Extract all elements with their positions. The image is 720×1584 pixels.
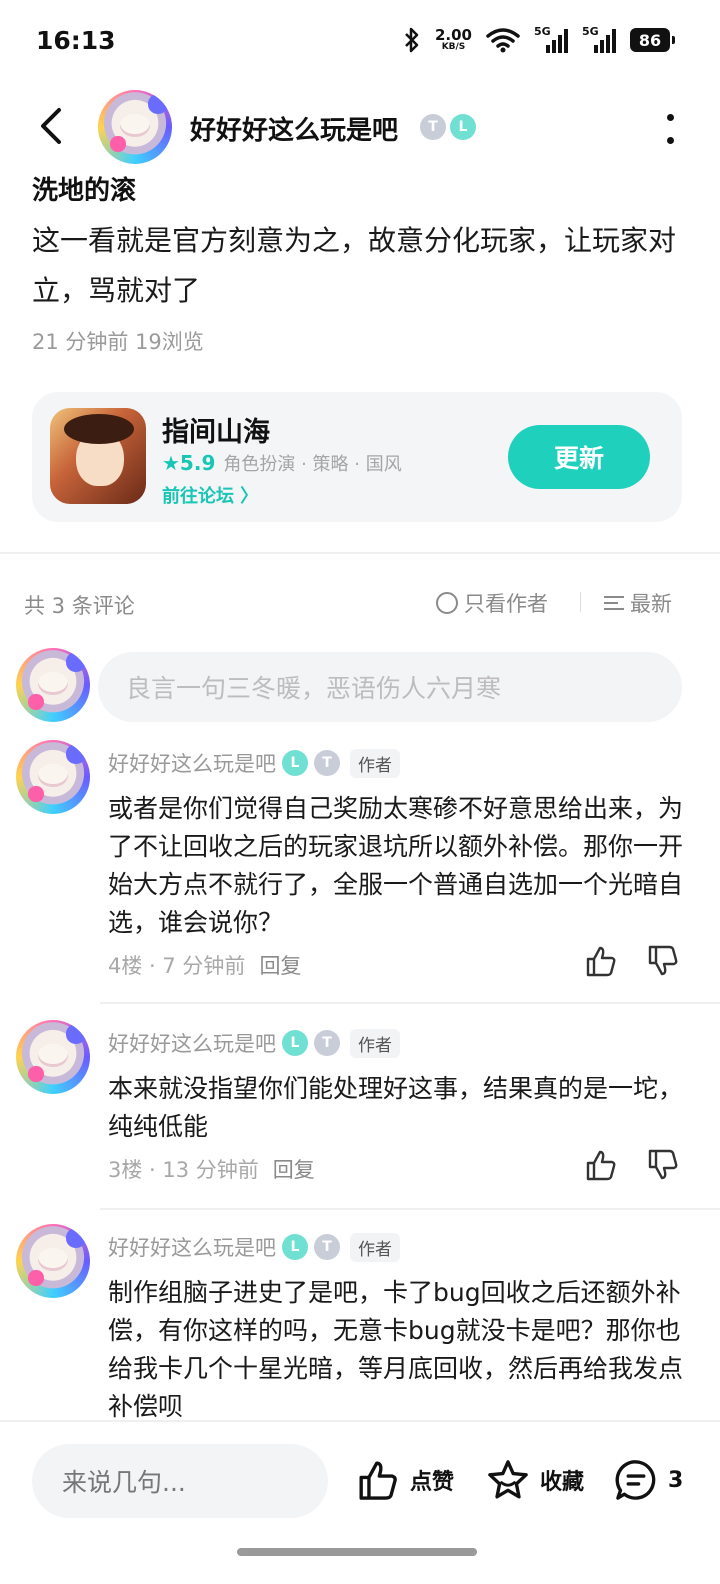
sort-newest-button[interactable]: 最新 xyxy=(604,588,672,618)
reply-button[interactable]: 回复 xyxy=(259,950,301,980)
author-badges: T L xyxy=(420,114,476,140)
author-tag: 作者 xyxy=(350,1232,400,1262)
level-t-badge: T xyxy=(420,114,446,140)
comment-bubble-icon xyxy=(615,1460,656,1500)
bottom-comment-input[interactable]: 来说几句... xyxy=(32,1444,328,1518)
thumbs-down-icon[interactable] xyxy=(646,1148,680,1182)
more-dot-icon xyxy=(666,137,674,144)
comment-header: 好好好这么玩是吧 L T 作者 xyxy=(108,748,400,778)
thumbs-down-icon[interactable] xyxy=(646,944,680,978)
author-name[interactable]: 好好好这么玩是吧 xyxy=(190,110,398,147)
comment-text: 或者是你们觉得自己奖励太寒碜不好意思给出来，为了不让回收之后的玩家退坑所以额外补… xyxy=(108,794,684,937)
post-meta: 21 分钟前 19浏览 xyxy=(32,330,204,354)
author-tag: 作者 xyxy=(350,748,400,778)
battery-icon: 86 xyxy=(630,28,675,52)
comment-divider xyxy=(100,1208,720,1210)
level-t-badge: T xyxy=(314,1030,340,1056)
sort-icon xyxy=(604,596,624,610)
level-l-badge: L xyxy=(282,1030,308,1056)
commenter-name[interactable]: 好好好这么玩是吧 xyxy=(108,748,276,778)
back-button[interactable] xyxy=(30,104,74,148)
radio-circle-icon xyxy=(436,592,458,614)
section-divider xyxy=(0,552,720,554)
game-icon[interactable] xyxy=(50,408,146,504)
comment-item: 好好好这么玩是吧 L T 作者 制作组脑子进史了是吧，卡了bug回收之后还额外补… xyxy=(0,1224,720,1420)
commenter-avatar[interactable] xyxy=(16,1224,90,1298)
level-t-badge: T xyxy=(314,750,340,776)
only-author-toggle[interactable]: 只看作者 xyxy=(436,588,548,618)
update-button[interactable]: 更新 xyxy=(508,425,650,489)
status-time: 16:13 xyxy=(36,26,116,55)
comment-header: 好好好这么玩是吧 L T 作者 xyxy=(108,1028,400,1058)
thumbs-up-icon[interactable] xyxy=(584,944,618,978)
level-l-badge: L xyxy=(282,750,308,776)
thumbs-up-icon[interactable] xyxy=(584,1148,618,1182)
more-dot-icon xyxy=(666,114,674,121)
comment-text: 制作组脑子进史了是吧，卡了bug回收之后还额外补偿，有你这样的吗，无意卡bug就… xyxy=(108,1278,684,1420)
comment-count: 共 3 条评论 xyxy=(24,594,135,618)
reply-button[interactable]: 回复 xyxy=(273,1154,315,1184)
commenter-avatar[interactable] xyxy=(16,740,90,814)
comment-header: 好好好这么玩是吧 L T 作者 xyxy=(108,1232,400,1262)
post-header: 好好好这么玩是吧 T L xyxy=(0,84,720,174)
home-indicator[interactable] xyxy=(237,1548,477,1556)
author-avatar[interactable] xyxy=(98,90,172,164)
comment-item: 好好好这么玩是吧 L T 作者 或者是你们觉得自己奖励太寒碜不好意思给出来，为了… xyxy=(0,740,720,1004)
chevron-left-icon xyxy=(41,108,61,144)
comment-actions xyxy=(584,1148,680,1182)
author-tag: 作者 xyxy=(350,1028,400,1058)
bluetooth-icon xyxy=(405,27,419,53)
game-card[interactable]: 指间山海 ★5.9 角色扮演 · 策略 · 国风 前往论坛 〉 更新 xyxy=(32,392,682,522)
game-tags: 角色扮演 · 策略 · 国风 xyxy=(223,454,402,475)
game-name: 指间山海 xyxy=(162,417,270,448)
comment-meta: 4楼 · 7 分钟前 回复 xyxy=(108,950,301,980)
status-bar: 16:13 2.00 KB/S 5G 5G 86 xyxy=(0,0,720,84)
status-icons: 2.00 KB/S 5G 5G 86 xyxy=(403,25,675,54)
comment-text: 本来就没指望你们能处理好这事，结果真的是一坨，纯纯低能 xyxy=(108,1074,684,1141)
post-body: 这一看就是官方刻意为之，故意分化玩家，让玩家对立，骂就对了 xyxy=(32,224,677,307)
commenter-avatar[interactable] xyxy=(16,1020,90,1094)
level-l-badge: L xyxy=(450,114,476,140)
level-t-badge: T xyxy=(314,1234,340,1260)
bottom-action-bar: 来说几句... 点赞 收藏 3 xyxy=(0,1420,720,1584)
commenter-name[interactable]: 好好好这么玩是吧 xyxy=(108,1232,276,1262)
post-title: 洗地的滚 xyxy=(32,176,137,206)
game-info: ★5.9 角色扮演 · 策略 · 国风 xyxy=(162,450,402,476)
comment-meta: 3楼 · 13 分钟前 回复 xyxy=(108,1154,315,1184)
comments-button[interactable]: 3 xyxy=(614,1458,683,1502)
comment-actions xyxy=(584,944,680,978)
star-icon xyxy=(488,1460,528,1499)
level-l-badge: L xyxy=(282,1234,308,1260)
sort-separator xyxy=(580,592,581,612)
more-options-button[interactable] xyxy=(660,114,680,144)
comment-item: 好好好这么玩是吧 L T 作者 本来就没指望你们能处理好这事，结果真的是一坨，纯… xyxy=(0,1020,720,1210)
signal-icon-1: 5G xyxy=(534,25,568,53)
game-score: ★5.9 xyxy=(162,451,216,475)
thumbs-up-icon xyxy=(359,1461,397,1500)
collect-button[interactable]: 收藏 xyxy=(486,1458,584,1502)
wifi-icon xyxy=(486,28,520,53)
network-speed: 2.00 KB/S xyxy=(434,26,472,52)
comment-divider xyxy=(100,1002,720,1004)
like-button[interactable]: 点赞 xyxy=(356,1458,454,1502)
comment-input[interactable]: 良言一句三冬暖，恶语伤人六月寒 xyxy=(98,652,682,722)
forum-link[interactable]: 前往论坛 〉 xyxy=(162,482,258,508)
signal-icon-2: 5G xyxy=(582,25,616,53)
my-avatar xyxy=(16,648,90,722)
commenter-name[interactable]: 好好好这么玩是吧 xyxy=(108,1028,276,1058)
